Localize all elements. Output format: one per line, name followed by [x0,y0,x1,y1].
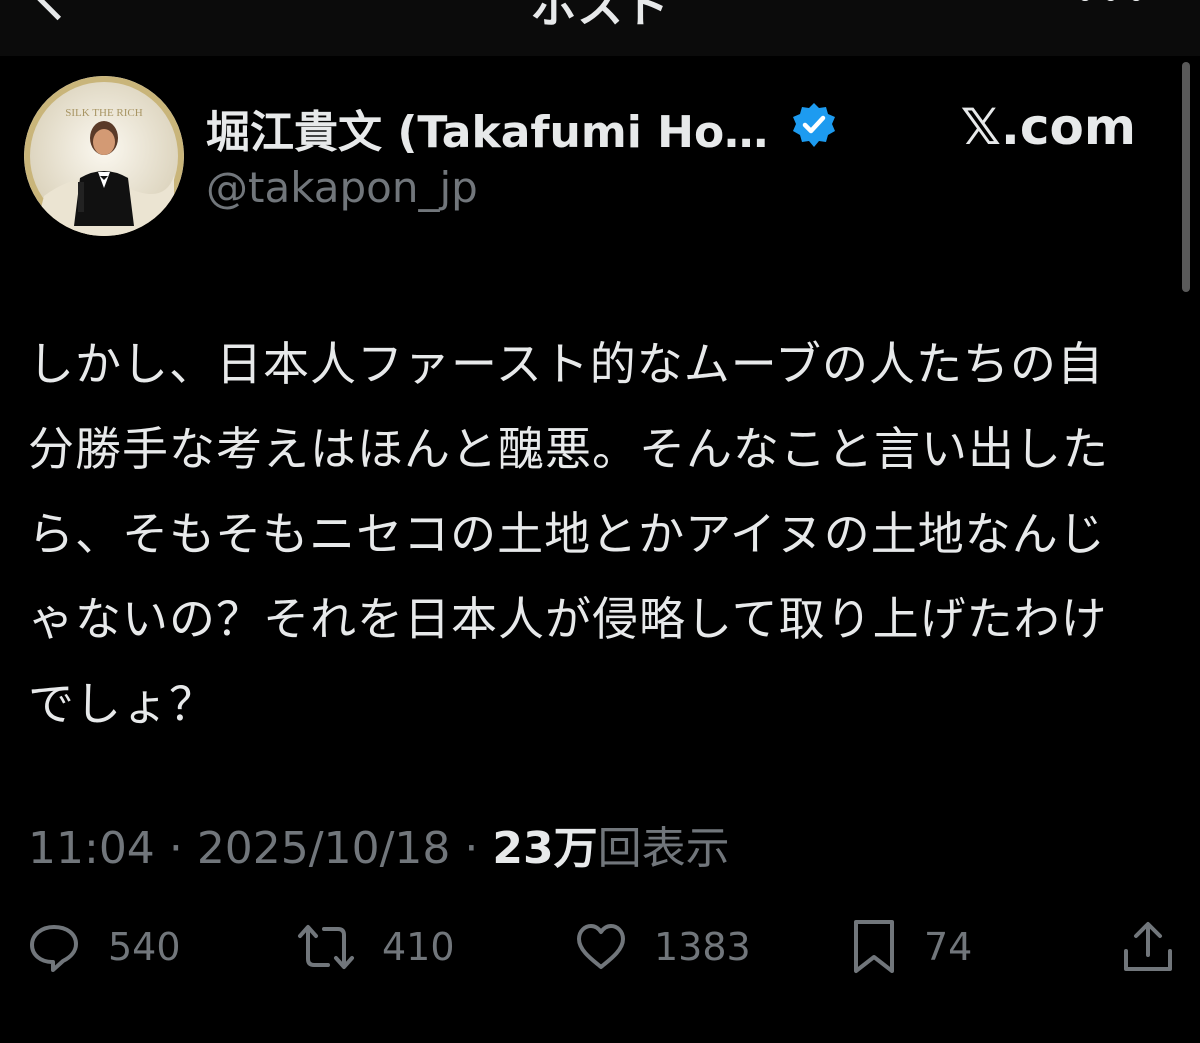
author-display-name[interactable]: 堀江貴文 (Takafumi Ho… [206,96,768,160]
post-meta: 11:04 · 2025/10/18 · 23万回表示 [28,812,730,876]
bookmark-button[interactable]: 74 [850,915,972,979]
post-date[interactable]: 2025/10/18 [197,823,451,874]
reply-icon [30,925,78,972]
author-handle[interactable]: @takapon_jp [206,163,478,212]
heart-icon [577,924,625,969]
post-body: しかし、日本人ファースト的なムーブの人たちの自分勝手な考えはほんと醜悪。そんなこ… [28,337,1109,731]
reply-count: 540 [108,925,181,969]
like-button[interactable]: 1383 [574,915,751,979]
repost-icon [298,925,354,969]
more-options-icon[interactable]: ••• [1073,0,1150,20]
action-bar: 540 410 1383 74 [0,915,1200,979]
bookmark-count: 74 [924,925,973,969]
x-brand-logo: 𝕏.com [960,98,1136,156]
repost-count: 410 [382,925,455,969]
share-icon [1124,922,1172,971]
separator: · [464,823,479,874]
like-count: 1383 [654,925,751,969]
reply-button[interactable]: 540 [26,915,181,979]
repost-button[interactable]: 410 [296,915,455,979]
avatar-logo-text: SILK THE RICH [65,107,142,119]
scrollbar[interactable] [1182,62,1190,292]
bookmark-icon [854,920,894,973]
separator: · [168,823,183,874]
views-label: 回表示 [597,823,730,874]
top-bar: ポスト ••• [0,0,1200,56]
post-time[interactable]: 11:04 [28,823,155,874]
verified-badge-icon [793,103,835,147]
share-button[interactable] [1120,915,1176,979]
page-title: ポスト [531,0,669,33]
avatar[interactable]: SILK THE RICH [24,76,184,236]
views-count: 23万 [492,823,598,874]
